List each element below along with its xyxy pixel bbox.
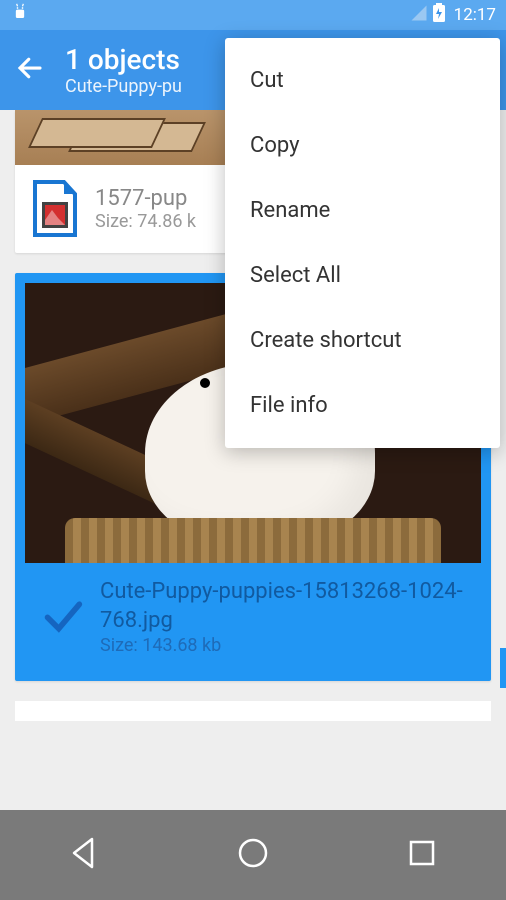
menu-item-cut[interactable]: Cut: [225, 48, 500, 113]
image-file-icon: [30, 180, 80, 238]
menu-item-select-all[interactable]: Select All: [225, 243, 500, 308]
menu-item-create-shortcut[interactable]: Create shortcut: [225, 308, 500, 373]
file-card[interactable]: [15, 701, 491, 721]
file-name: Cute-Puppy-puppies-15813268-1024-768.jpg: [100, 578, 466, 635]
context-menu: Cut Copy Rename Select All Create shortc…: [225, 38, 500, 448]
menu-item-rename[interactable]: Rename: [225, 178, 500, 243]
navigation-bar: [0, 810, 506, 900]
nav-recent-icon[interactable]: [404, 835, 440, 875]
clock-time: 12:17: [454, 5, 496, 25]
menu-item-file-info[interactable]: File info: [225, 373, 500, 438]
scroll-indicator: [500, 648, 506, 688]
battery-icon: [432, 3, 446, 27]
status-bar: 12:17: [0, 0, 506, 30]
nav-back-icon[interactable]: [66, 835, 102, 875]
app-bar-subtitle: Cute-Puppy-pu: [65, 76, 182, 97]
app-bar-title: 1 objects: [65, 43, 182, 76]
file-name: 1577-pup: [95, 186, 196, 211]
checkmark-icon: [40, 593, 85, 642]
signal-icon: [410, 4, 428, 26]
android-logo-icon: [10, 3, 30, 27]
menu-item-copy[interactable]: Copy: [225, 113, 500, 178]
file-size: Size: 143.68 kb: [100, 635, 466, 656]
file-size: Size: 74.86 k: [95, 211, 196, 232]
nav-home-icon[interactable]: [235, 835, 271, 875]
back-arrow-icon[interactable]: [15, 53, 45, 87]
